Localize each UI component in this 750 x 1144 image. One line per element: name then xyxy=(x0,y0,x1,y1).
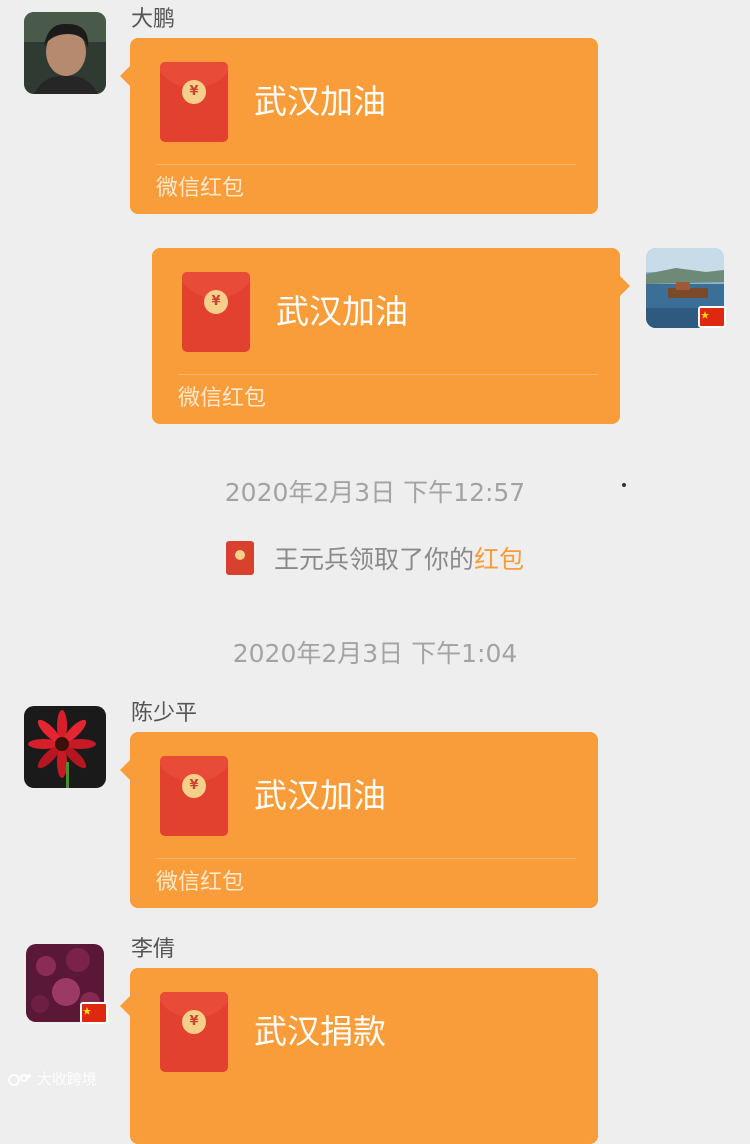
bubble-divider xyxy=(156,858,576,859)
system-message: 王元兵领取了你的红包 xyxy=(0,541,750,578)
red-packet-title: 武汉捐款 xyxy=(254,1012,386,1051)
red-packet-icon: ¥ xyxy=(160,62,228,142)
china-flag-icon xyxy=(80,1002,108,1024)
avatar-dapeng[interactable] xyxy=(24,12,106,94)
timestamp: 2020年2月3日 下午12:57 xyxy=(224,478,526,507)
red-packet-label: 微信红包 xyxy=(156,870,245,895)
red-packet-icon: ¥ xyxy=(160,992,228,1072)
timestamp: 2020年2月3日 下午1:04 xyxy=(232,639,518,668)
red-packet-label: 微信红包 xyxy=(178,386,267,411)
watermark-logo-icon xyxy=(8,1072,32,1088)
sender-name: 大鹏 xyxy=(131,7,176,32)
sender-name: 李倩 xyxy=(131,937,176,962)
yuan-coin-icon: ¥ xyxy=(182,80,206,104)
red-packet-bubble[interactable]: ¥ 武汉加油 微信红包 xyxy=(120,732,598,908)
red-packet-title: 武汉加油 xyxy=(254,82,386,121)
red-packet-icon: ¥ xyxy=(160,756,228,836)
red-packet-bubble[interactable]: ¥ 武汉加油 微信红包 xyxy=(120,38,598,214)
watermark: 大收跨境 xyxy=(8,1068,97,1089)
red-packet-icon: ¥ xyxy=(182,272,250,352)
red-packet-bubble[interactable]: ¥ 武汉捐款 xyxy=(120,968,598,1144)
yuan-coin-icon: ¥ xyxy=(204,290,228,314)
sender-name: 陈少平 xyxy=(131,701,198,726)
bubble-divider xyxy=(178,374,598,375)
red-packet-link[interactable]: 红包 xyxy=(474,545,524,574)
red-packet-icon xyxy=(225,541,254,575)
red-packet-title: 武汉加油 xyxy=(254,776,386,815)
red-packet-bubble[interactable]: ¥ 武汉加油 微信红包 xyxy=(152,248,630,424)
red-packet-label: 微信红包 xyxy=(156,176,245,201)
avatar-chenshaoping[interactable] xyxy=(24,706,106,788)
watermark-text: 大收跨境 xyxy=(36,1070,97,1088)
red-packet-title: 武汉加油 xyxy=(276,292,408,331)
dot-artifact xyxy=(622,483,626,487)
china-flag-icon xyxy=(698,306,726,328)
yuan-coin-icon: ¥ xyxy=(182,1010,206,1034)
bubble-divider xyxy=(156,164,576,165)
yuan-coin-icon: ¥ xyxy=(182,774,206,798)
system-message-text: 王元兵领取了你的 xyxy=(273,545,474,574)
